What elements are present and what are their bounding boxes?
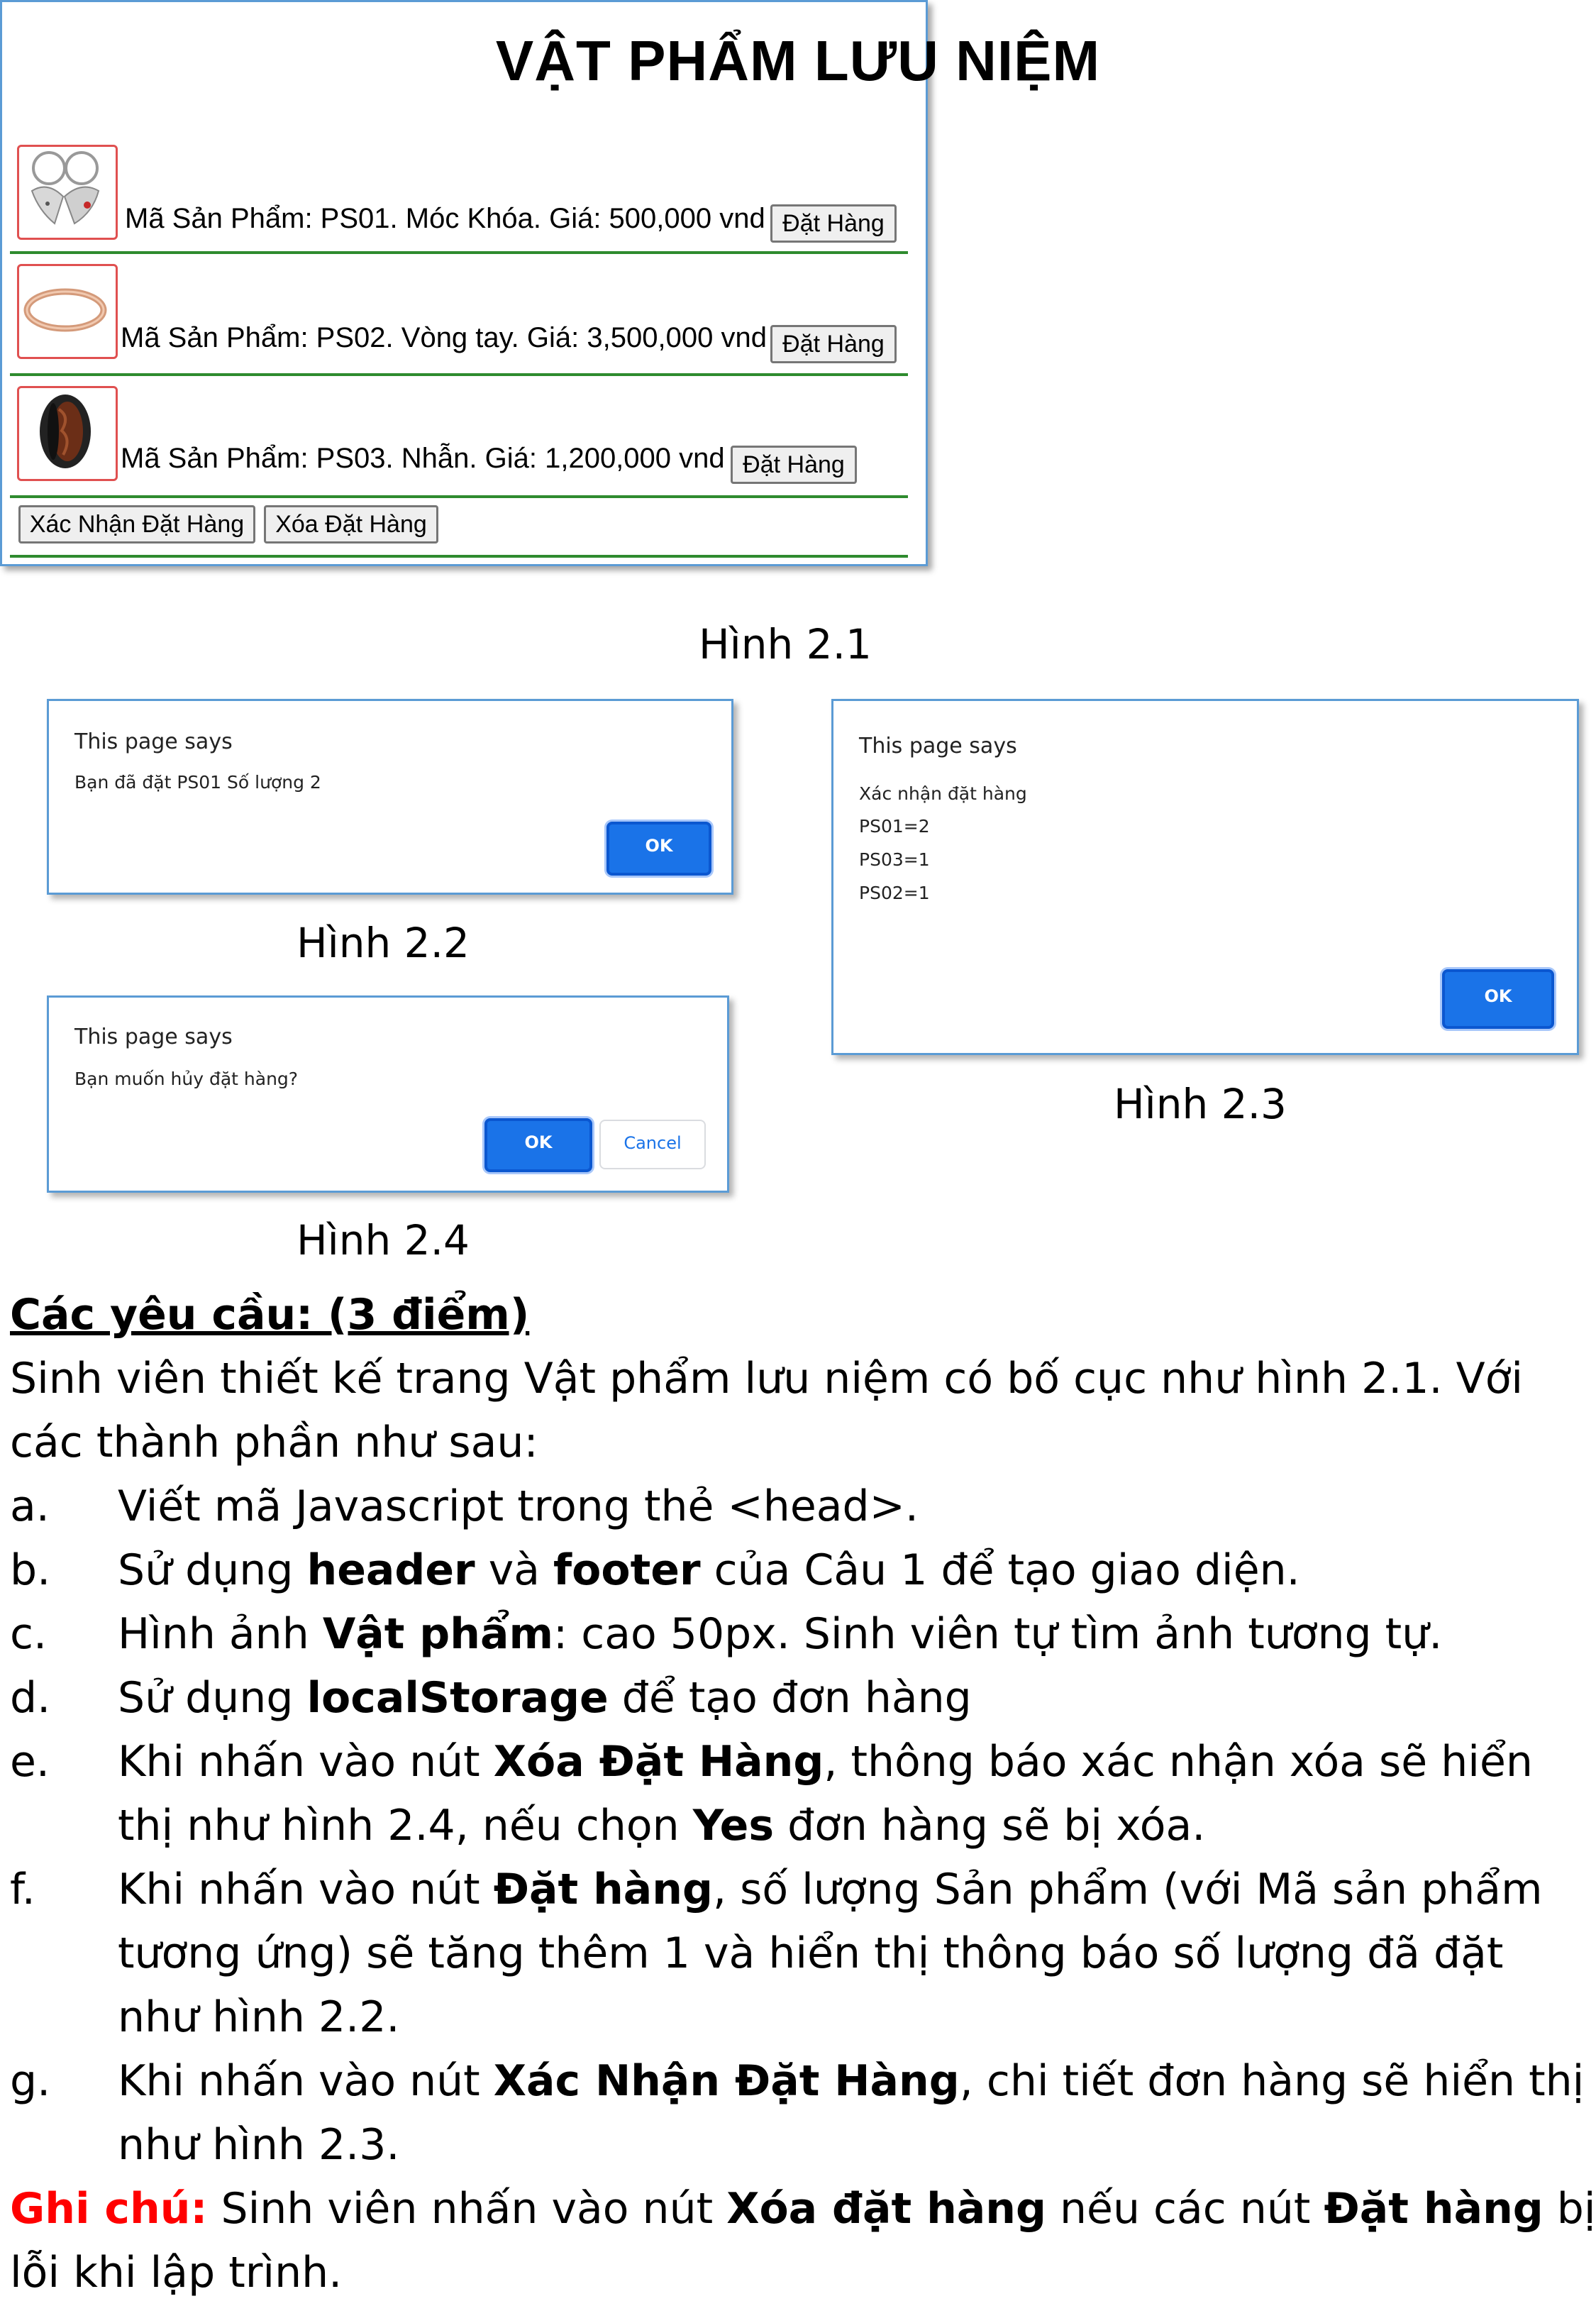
note-text: Sinh viên nhấn vào nút	[207, 2184, 727, 2234]
item-d-text: Sử dụng	[118, 1673, 307, 1723]
item-f-line-2: tương ứng) sẽ tăng thêm 1 và hiển thị th…	[118, 1929, 1504, 1978]
confirm-dialog-cancel-order: This page says Bạn muốn hủy đặt hàng? OK…	[47, 995, 729, 1193]
bracelet-image	[17, 264, 118, 359]
note-line-2: lỗi khi lập trình.	[10, 2248, 343, 2297]
item-e: Khi nhấn vào nút Xóa Đặt Hàng, thông báo…	[118, 1737, 1533, 1787]
dialog-line: Xác nhận đặt hàng	[859, 783, 1027, 804]
item-b-bold: header	[306, 1545, 475, 1595]
item-e-text: thị như hình 2.4, nếu chọn	[118, 1801, 693, 1850]
item-d: Sử dụng localStorage để tạo đơn hàng	[118, 1673, 972, 1723]
product-info: Mã Sản Phẩm: PS03. Nhẫn. Giá: 1,200,000 …	[121, 443, 725, 474]
item-g: Khi nhấn vào nút Xác Nhận Đặt Hàng, chi …	[118, 2056, 1584, 2106]
order-button-ps02[interactable]: Đặt Hàng	[770, 325, 897, 363]
item-b: Sử dụng header và footer của Câu 1 để tạ…	[118, 1545, 1300, 1595]
intro-line-1: Sinh viên thiết kế trang Vật phẩm lưu ni…	[10, 1354, 1524, 1403]
caption-fig-2-3: Hình 2.3	[1114, 1080, 1287, 1128]
order-button-ps03[interactable]: Đặt Hàng	[731, 446, 857, 484]
item-letter-f: f.	[10, 1865, 35, 1914]
note-line-1: Ghi chú: Sinh viên nhấn vào nút Xóa đặt …	[10, 2184, 1596, 2234]
item-c-text: : cao 50px. Sinh viên tự tìm ảnh tương t…	[553, 1609, 1443, 1659]
dialog-title: This page says	[74, 1025, 233, 1049]
alert-dialog-ordered: This page says Bạn đã đặt PS01 Số lượng …	[47, 699, 733, 895]
caption-fig-2-1: Hình 2.1	[699, 620, 872, 668]
dialog-title: This page says	[74, 729, 233, 754]
product-row-ps02: Mã Sản Phẩm: PS02. Vòng tay. Giá: 3,500,…	[10, 254, 908, 376]
requirements-heading: Các yêu cầu: (3 điểm)	[10, 1290, 530, 1340]
item-b-bold: footer	[553, 1545, 701, 1595]
item-letter-c: c.	[10, 1609, 48, 1659]
intro-line-2: các thành phần như sau:	[10, 1418, 538, 1467]
product-info: Mã Sản Phẩm: PS01. Móc Khóa. Giá: 500,00…	[125, 203, 765, 234]
item-g-bold: Xác Nhận Đặt Hàng	[493, 2056, 960, 2106]
item-e-text: Khi nhấn vào nút	[118, 1737, 494, 1787]
item-a-text: Viết mã Javascript trong thẻ <head>.	[118, 1482, 919, 1531]
caption-fig-2-4: Hình 2.4	[297, 1216, 470, 1264]
item-c-bold: Vật phẩm	[322, 1609, 553, 1659]
page-title: VẬT PHẨM LƯU NIỆM	[495, 29, 1101, 92]
confirm-order-button[interactable]: Xác Nhận Đặt Hàng	[18, 505, 255, 544]
item-b-text: của Câu 1 để tạo giao diện.	[700, 1545, 1300, 1595]
item-letter-a: a.	[10, 1482, 50, 1531]
product-row-ps03: Mã Sản Phẩm: PS03. Nhẫn. Giá: 1,200,000 …	[10, 376, 908, 498]
item-letter-d: d.	[10, 1673, 51, 1723]
order-button-ps01[interactable]: Đặt Hàng	[770, 204, 897, 243]
alert-dialog-order-details: This page says Xác nhận đặt hàng PS01=2 …	[831, 699, 1579, 1055]
keychain-image	[17, 145, 118, 240]
item-a: Viết mã Javascript trong thẻ <head>.	[118, 1482, 919, 1531]
dialog-message: Bạn muốn hủy đặt hàng?	[74, 1069, 299, 1089]
note-text: nếu các nút	[1046, 2184, 1324, 2234]
item-e-text: đơn hàng sẽ bị xóa.	[774, 1801, 1206, 1850]
item-e-bold: Yes	[692, 1801, 775, 1850]
item-e-line-2: thị như hình 2.4, nếu chọn Yes đơn hàng …	[118, 1801, 1205, 1850]
dialog-line: PS01=2	[859, 816, 930, 837]
caption-fig-2-2: Hình 2.2	[297, 919, 470, 967]
item-c: Hình ảnh Vật phẩm: cao 50px. Sinh viên t…	[118, 1609, 1442, 1659]
souvenir-page-screenshot: VẬT PHẨM LƯU NIỆM Mã Sản Phẩm: PS01. Móc…	[0, 0, 1099, 566]
item-f-text: Khi nhấn vào nút	[118, 1865, 494, 1914]
note-bold: Đặt hàng	[1324, 2184, 1544, 2234]
item-b-text: Sử dụng	[118, 1545, 307, 1595]
action-row: Xác Nhận Đặt Hàng Xóa Đặt Hàng	[10, 498, 908, 558]
item-g-text: Khi nhấn vào nút	[118, 2056, 494, 2106]
item-d-bold: localStorage	[306, 1673, 609, 1723]
item-letter-b: b.	[10, 1545, 51, 1595]
dialog-title: This page says	[859, 734, 1017, 758]
delete-order-button[interactable]: Xóa Đặt Hàng	[264, 505, 438, 544]
item-b-text: và	[475, 1545, 554, 1595]
item-c-text: Hình ảnh	[118, 1609, 323, 1659]
dialog-line: PS03=1	[859, 849, 930, 870]
item-letter-e: e.	[10, 1737, 50, 1787]
ok-button[interactable]: OK	[1442, 969, 1554, 1029]
item-e-bold: Xóa Đặt Hàng	[493, 1737, 824, 1787]
ring-image	[17, 386, 118, 481]
note-text: bị	[1543, 2184, 1596, 2234]
ok-button[interactable]: OK	[484, 1118, 592, 1172]
item-d-text: để tạo đơn hàng	[608, 1673, 972, 1723]
item-e-text: , thông báo xác nhận xóa sẽ hiển	[824, 1737, 1533, 1787]
item-f-bold: Đặt hàng	[493, 1865, 713, 1914]
item-f: Khi nhấn vào nút Đặt hàng, số lượng Sản …	[118, 1865, 1543, 1914]
product-row-ps01: Mã Sản Phẩm: PS01. Móc Khóa. Giá: 500,00…	[10, 135, 908, 254]
item-letter-g: g.	[10, 2056, 51, 2106]
cancel-button[interactable]: Cancel	[599, 1120, 706, 1169]
item-g-line-2: như hình 2.3.	[118, 2120, 400, 2170]
dialog-line: PS02=1	[859, 883, 930, 903]
product-info: Mã Sản Phẩm: PS02. Vòng tay. Giá: 3,500,…	[121, 322, 767, 353]
item-g-text: , chi tiết đơn hàng sẽ hiển thị	[959, 2056, 1585, 2106]
note-bold: Xóa đặt hàng	[726, 2184, 1046, 2234]
note-label: Ghi chú:	[10, 2184, 208, 2234]
item-f-line-3: như hình 2.2.	[118, 1992, 400, 2042]
ok-button[interactable]: OK	[606, 822, 711, 876]
item-f-text: , số lượng Sản phẩm (với Mã sản phẩm	[712, 1865, 1543, 1914]
dialog-message: Bạn đã đặt PS01 Số lượng 2	[74, 772, 321, 793]
